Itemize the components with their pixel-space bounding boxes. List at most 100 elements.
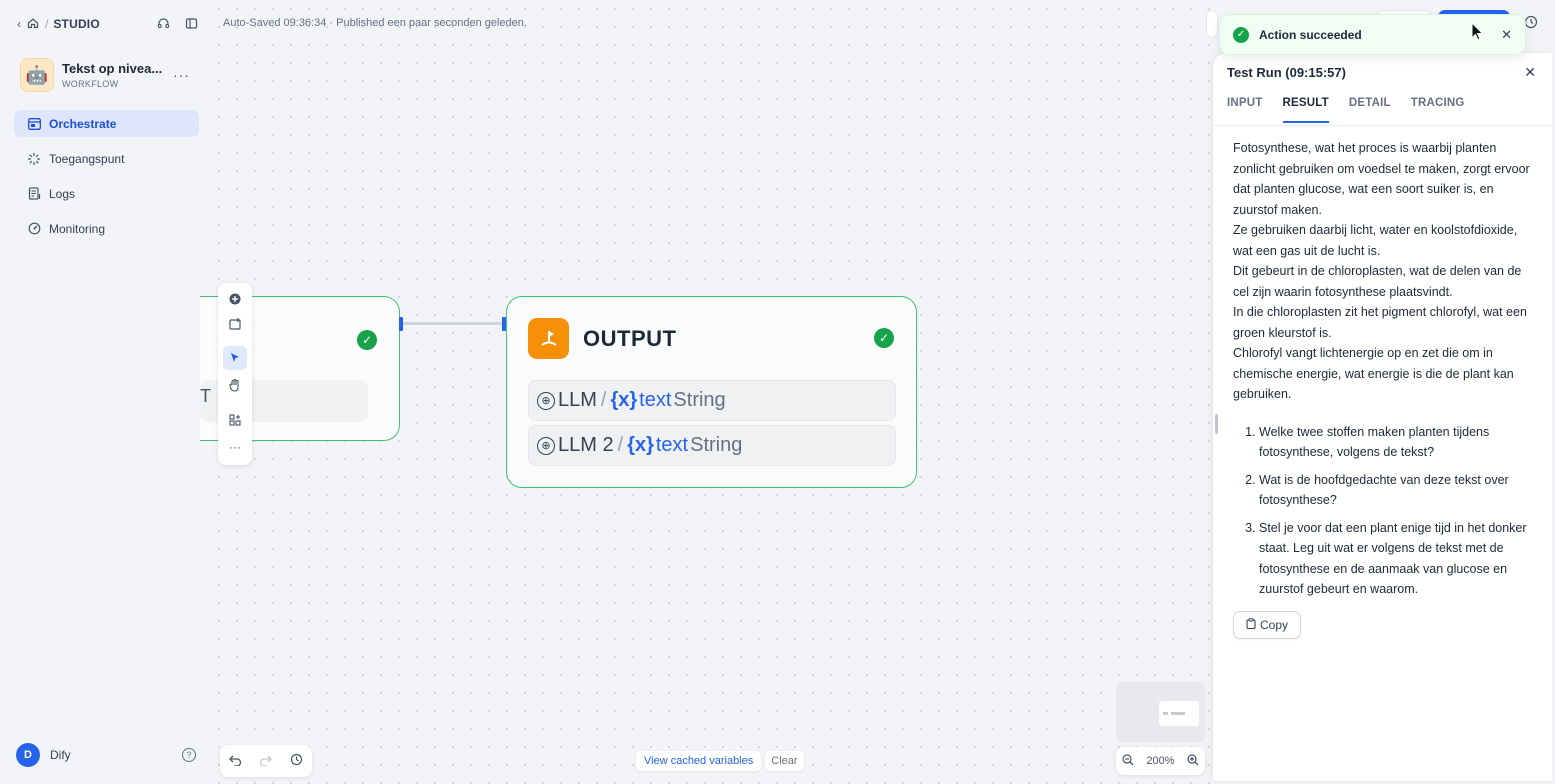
minimap-node (1159, 701, 1199, 726)
result-paragraph: Ze gebruiken daarbij licht, water en koo… (1233, 223, 1518, 258)
zoom-level[interactable]: 200% (1146, 755, 1174, 767)
tab-tracing[interactable]: TRACING (1411, 97, 1465, 123)
app-card[interactable]: 🤖 Tekst op nivea... WORKFLOW ··· (20, 57, 200, 93)
run-button[interactable] (1206, 10, 1218, 38)
llm-icon: ⊕ (537, 436, 555, 455)
more-options-icon[interactable]: ··· (173, 67, 190, 83)
avatar: D (16, 743, 40, 767)
mouse-cursor-icon (1471, 21, 1485, 42)
variable-source: LLM 2 (558, 434, 614, 456)
undo-icon[interactable] (228, 754, 242, 769)
monitoring-icon (26, 221, 42, 237)
result-paragraph: Fotosynthese, wat het proces is waarbij … (1233, 141, 1530, 217)
more-tools-icon[interactable]: ··· (223, 435, 247, 459)
autosave-status: Auto-Saved 09:36:34 · Published een paar… (223, 17, 527, 29)
app-robot-icon: 🤖 (20, 58, 54, 92)
back-chevron-icon[interactable]: ‹ (12, 17, 26, 31)
llm-icon: ⊕ (537, 391, 555, 410)
copy-label: Copy (1260, 618, 1289, 632)
path-separator: / (617, 434, 624, 456)
user-account[interactable]: D Dify ? (16, 743, 196, 767)
variable-name: text (639, 389, 672, 411)
view-cached-variables-button[interactable]: View cached variables (636, 751, 762, 771)
home-icon[interactable] (26, 17, 40, 31)
sidebar-item-label: Monitoring (49, 221, 106, 236)
sidebar-item-label: Toegangspunt (49, 151, 125, 166)
breadcrumb-studio[interactable]: STUDIO (53, 17, 100, 31)
panel-tabs: INPUT RESULT DETAIL TRACING (1227, 97, 1465, 123)
hand-mode-icon[interactable] (223, 373, 247, 397)
app-type: WORKFLOW (62, 79, 119, 89)
field-fragment-text: T (200, 386, 211, 406)
studio-breadcrumb: ‹ / STUDIO (12, 15, 198, 33)
panel-title: Test Run (09:15:57) (1227, 65, 1346, 80)
sidebar-item-monitoring[interactable]: Monitoring (14, 215, 199, 242)
sidebar: ‹ / STUDIO 🤖 Tekst op nivea... WORKFLOW … (0, 0, 210, 784)
variable-name: text (655, 434, 689, 456)
source-handle[interactable] (399, 317, 403, 331)
close-icon[interactable]: ✕ (1501, 27, 1512, 43)
orchestrate-icon (26, 116, 42, 132)
success-check-icon: ✓ (357, 330, 377, 350)
app-name: Tekst op nivea... (62, 61, 163, 76)
sidebar-item-label: Logs (49, 186, 76, 201)
question-item: Wat is de hoofdgedachte van deze tekst o… (1259, 470, 1535, 511)
undo-redo-bar (220, 745, 312, 777)
workflow-canvas[interactable]: Auto-Saved 09:36:34 · Published een paar… (200, 0, 1213, 784)
variable-icon: {x} (610, 389, 638, 411)
sidebar-item-orchestrate[interactable]: Orchestrate (14, 110, 199, 137)
path-separator: / (600, 389, 607, 411)
copy-button[interactable]: Copy (1233, 611, 1302, 639)
question-item: Stel je voor dat een plant enige tijd in… (1259, 518, 1535, 600)
test-run-panel: Test Run (09:15:57) ✕ INPUT RESULT DETAI… (1213, 53, 1552, 781)
cached-variables-bar: View cached variables Clear (636, 750, 804, 772)
variable-icon: {x} (627, 434, 654, 456)
zoom-in-icon[interactable] (1187, 753, 1199, 769)
result-paragraph: Chlorofyl vangt lichtenergie op en zet d… (1233, 346, 1514, 401)
zoom-control: 200% (1116, 747, 1205, 775)
collapse-sidebar-icon[interactable] (184, 17, 198, 31)
minimap[interactable] (1116, 682, 1205, 742)
sidebar-item-toegangspunt[interactable]: Toegangspunt (14, 145, 199, 172)
clipboard-icon (1246, 618, 1256, 632)
close-icon[interactable]: ✕ (1524, 64, 1536, 81)
variable-type: String (690, 434, 743, 456)
access-point-icon (26, 151, 42, 167)
variable-type: String (673, 389, 726, 411)
pointer-mode-icon[interactable] (223, 346, 247, 370)
output-node-icon (528, 318, 569, 359)
question-item: Welke twee stoffen maken planten tijdens… (1259, 422, 1535, 463)
edge-connector[interactable] (400, 322, 506, 325)
sidebar-item-logs[interactable]: Logs (14, 180, 199, 207)
zoom-out-icon[interactable] (1122, 753, 1134, 769)
tab-input[interactable]: INPUT (1227, 97, 1263, 123)
variable-source: LLM (558, 389, 597, 411)
sidebar-nav: Orchestrate Toegangspunt Logs Monitoring (14, 110, 199, 250)
sidebar-item-label: Orchestrate (49, 116, 117, 131)
tabs-divider (1213, 125, 1552, 126)
redo-icon[interactable] (259, 754, 273, 769)
canvas-toolbar: ··· (218, 283, 252, 465)
version-history-icon[interactable] (290, 753, 303, 769)
output-variable-row: ⊕ LLM 2 / {x} text String (528, 425, 896, 466)
tab-detail[interactable]: DETAIL (1349, 97, 1391, 123)
output-variable-row: ⊕ LLM / {x} text String (528, 380, 896, 421)
toast-message: Action succeeded (1259, 27, 1362, 42)
result-content: Fotosynthese, wat het proces is waarbij … (1233, 138, 1535, 607)
result-paragraph: Dit gebeurt in de chloroplasten, wat de … (1233, 264, 1522, 299)
add-note-icon[interactable] (223, 312, 247, 336)
breadcrumb-separator: / (45, 17, 49, 31)
output-node-title: OUTPUT (583, 326, 677, 351)
question-list: Welke twee stoffen maken planten tijdens… (1233, 422, 1535, 600)
success-check-icon: ✓ (1233, 26, 1249, 43)
help-icon[interactable]: ? (182, 748, 196, 762)
organize-blocks-icon[interactable] (223, 408, 247, 432)
tab-result[interactable]: RESULT (1282, 97, 1329, 123)
panel-resize-handle[interactable] (1215, 414, 1218, 434)
clear-cache-button[interactable]: Clear (765, 751, 804, 771)
output-node[interactable]: OUTPUT ✓ ⊕ LLM / {x} text String ⊕ LLM 2… (506, 296, 917, 488)
headset-icon[interactable] (156, 17, 170, 31)
result-paragraph: In die chloroplasten zit het pigment chl… (1233, 305, 1527, 340)
add-node-icon[interactable] (223, 287, 247, 311)
history-icon[interactable] (1524, 15, 1538, 29)
